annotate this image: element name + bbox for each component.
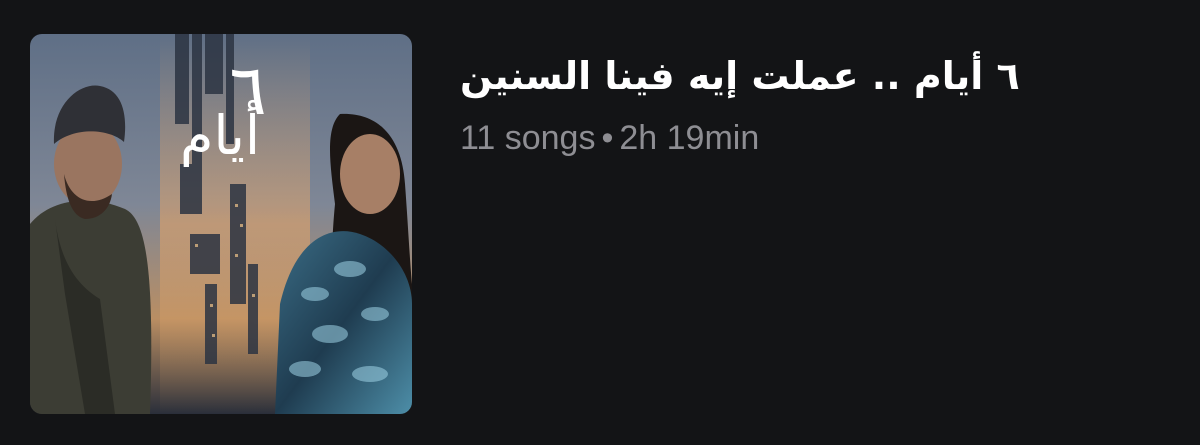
meta-separator: • bbox=[601, 119, 614, 157]
album-artwork[interactable]: ٦ أيام bbox=[30, 34, 412, 414]
album-artwork-image: ٦ أيام bbox=[30, 34, 412, 414]
album-info: ٦ أيام .. عملت إيه فينا السنين 11 songs •… bbox=[460, 40, 1160, 158]
album-duration: 2h 19min bbox=[619, 119, 760, 157]
album-title: ٦ أيام .. عملت إيه فينا السنين bbox=[460, 54, 1020, 98]
album-meta: 11 songs • 2h 19min bbox=[460, 118, 1160, 158]
svg-text:أيام: أيام bbox=[180, 100, 260, 167]
song-count: 11 songs bbox=[460, 119, 596, 157]
